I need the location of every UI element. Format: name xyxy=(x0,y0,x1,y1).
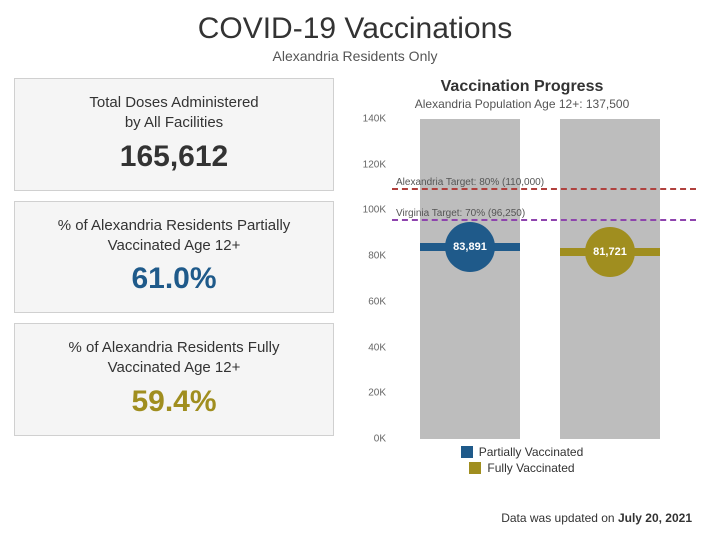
target-label-alexandria: Alexandria Target: 80% (110,000) xyxy=(396,177,544,188)
target-line-virginia: Virginia Target: 70% (96,250) xyxy=(392,219,696,221)
y-tick: 40K xyxy=(348,342,386,353)
legend: Partially Vaccinated Fully Vaccinated xyxy=(348,445,696,475)
card-partially-vaccinated: % of Alexandria Residents Partially Vacc… xyxy=(14,201,334,314)
card-value-partial: 61.0% xyxy=(25,262,323,296)
y-tick: 80K xyxy=(348,251,386,262)
card-label: % of Alexandria Residents Fully Vaccinat… xyxy=(25,338,323,379)
card-total-doses: Total Doses Administered by All Faciliti… xyxy=(14,78,334,191)
card-fully-vaccinated: % of Alexandria Residents Fully Vaccinat… xyxy=(14,323,334,436)
bubble-label: 83,891 xyxy=(453,241,487,253)
value-bubble-partial: 83,891 xyxy=(445,222,495,272)
card-label-line1: % of Alexandria Residents Fully xyxy=(69,339,280,356)
swatch-fully xyxy=(469,462,481,474)
legend-item-partial: Partially Vaccinated xyxy=(348,445,696,459)
card-label: % of Alexandria Residents Partially Vacc… xyxy=(25,216,323,257)
target-label-virginia: Virginia Target: 70% (96,250) xyxy=(396,208,525,219)
card-label-line2: Vaccinated Age 12+ xyxy=(108,359,241,376)
card-label-line2: Vaccinated Age 12+ xyxy=(108,237,241,254)
chart-plot: 140K 120K 100K 80K 60K 40K 20K 0K Alexan… xyxy=(348,119,696,439)
footer-date: July 20, 2021 xyxy=(618,511,692,525)
y-tick: 140K xyxy=(348,114,386,125)
card-label-line1: Total Doses Administered xyxy=(89,94,258,111)
y-tick: 120K xyxy=(348,159,386,170)
y-tick: 20K xyxy=(348,388,386,399)
legend-label: Partially Vaccinated xyxy=(479,445,584,459)
bg-bar-fully xyxy=(560,119,660,439)
chart-subtitle: Alexandria Population Age 12+: 137,500 xyxy=(348,97,696,111)
stat-cards: Total Doses Administered by All Faciliti… xyxy=(14,78,334,475)
card-label: Total Doses Administered by All Faciliti… xyxy=(25,93,323,134)
y-tick: 0K xyxy=(348,434,386,445)
content: Total Doses Administered by All Faciliti… xyxy=(0,78,710,475)
card-value-fully: 59.4% xyxy=(25,385,323,419)
target-line-alexandria: Alexandria Target: 80% (110,000) xyxy=(392,188,696,190)
chart-title: Vaccination Progress xyxy=(348,78,696,96)
y-axis: 140K 120K 100K 80K 60K 40K 20K 0K xyxy=(348,119,390,439)
chart-panel: Vaccination Progress Alexandria Populati… xyxy=(348,78,696,475)
y-tick: 100K xyxy=(348,205,386,216)
card-value-total-doses: 165,612 xyxy=(25,140,323,174)
page-subtitle: Alexandria Residents Only xyxy=(0,48,710,64)
legend-item-fully: Fully Vaccinated xyxy=(348,461,696,475)
update-footer: Data was updated on July 20, 2021 xyxy=(501,511,692,525)
card-label-line1: % of Alexandria Residents Partially xyxy=(58,217,291,234)
footer-prefix: Data was updated on xyxy=(501,511,618,525)
bubble-label: 81,721 xyxy=(593,246,627,258)
swatch-partial xyxy=(461,446,473,458)
card-label-line2: by All Facilities xyxy=(125,114,223,131)
y-tick: 60K xyxy=(348,296,386,307)
plot-area: Alexandria Target: 80% (110,000) Virgini… xyxy=(392,119,696,439)
page-title: COVID-19 Vaccinations xyxy=(0,12,710,46)
bg-bar-partial xyxy=(420,119,520,439)
value-bubble-fully: 81,721 xyxy=(585,227,635,277)
legend-label: Fully Vaccinated xyxy=(487,461,574,475)
